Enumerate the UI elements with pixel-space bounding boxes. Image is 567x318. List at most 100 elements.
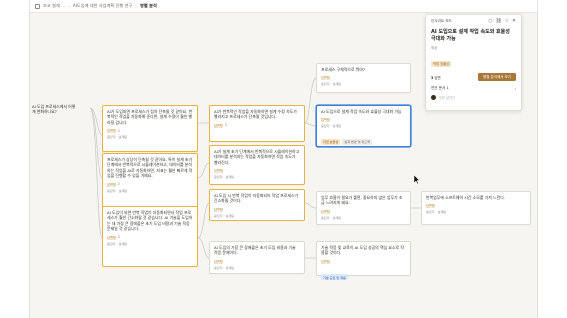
node-author: 응답자 · 설계팀 (107, 188, 128, 193)
panel-header: 인사이트 보드 ○ ⛓ ☆ ✕ (431, 19, 516, 24)
answered-label: 답변함 (214, 169, 223, 174)
answer-count: 2 (224, 123, 227, 128)
response-node[interactable]: AI 도입이 되면 반복 작업이 자동화되면서 작업 프로세스가 훨씬 간소화될… (102, 206, 198, 267)
answered-label: 답변함 (321, 118, 330, 123)
panel-title: 인사이트 보드 (431, 19, 452, 23)
node-text: 프로세스 구체적으로 뭐야? (321, 67, 365, 72)
answer-count: 3 답변 (431, 75, 441, 80)
breadcrumb-separator: › (135, 3, 137, 9)
node-author: 응답자 · 설계팀 (214, 213, 235, 218)
selected-theme-node[interactable]: AI 도입으로 설계 작업 속도와 효율성 극대화 가능 답변함 응답자 · 설… (316, 105, 411, 147)
theme-node[interactable]: 프로세스 구체적으로 뭐야? 답변함 응답자 · 설계팀 (316, 63, 411, 93)
node-meta: 답변함 2 (107, 128, 193, 134)
menu-icon[interactable] (35, 3, 40, 9)
answered-label: 답변함 (107, 129, 116, 134)
breadcrumb-separator: › (68, 3, 70, 9)
node-text: AI가 도입되면 프로세스가 점차 단축될 것 같아요. 반복적인 작업을 자동… (107, 109, 193, 125)
node-text: AI 도입으로 설계 작업 속도와 효율성 극대화 가능 (321, 109, 402, 114)
root-question-node[interactable]: AI 도입 프로세스에서 어떻 게 변화하나요? (30, 101, 90, 129)
response-node[interactable]: AI가 도입되면 프로세스가 점차 단축될 것 같아요. 반복적인 작업을 자동… (102, 105, 198, 152)
node-author: 응답자 · 설계팀 (214, 265, 235, 270)
panel-toolbar: ○ ⛓ ☆ ✕ (488, 19, 516, 24)
screen-frame: 조코 설계 ... › AI도입에 대한 사업계획 진행 연구 › 병렬 분석 (0, 0, 567, 318)
insight-node[interactable]: AI가 설계 초기 단계에서 반복적으로 시뮬레이션하고 데이터를 분석하는 작… (209, 145, 305, 185)
chevron-right-icon: › (514, 86, 516, 91)
node-text: AI 도입의 가장 큰 장애물은 초기 도입 비용과 기술 적응 문제이다. (214, 245, 296, 256)
theme-node[interactable]: 기술 적응 및 교육이 AI 도입 성공의 핵심 요소로 작용할 것이다. 답변… (316, 241, 411, 281)
circle-icon[interactable]: ○ (488, 19, 492, 24)
connector-line (304, 122, 317, 127)
node-author: 응답자 · 설계팀 (107, 135, 128, 140)
node-author: 응답자 · 설계팀 (321, 82, 342, 87)
node-text: AI가 설계 초기 단계에서 반복적으로 시뮬레이션하고 데이터를 분석하는 작… (214, 149, 300, 165)
node-author: 응답자 · 설계팀 (426, 210, 447, 215)
related-docs-title: 연관 문서 (431, 86, 446, 90)
tag-chip[interactable]: 기술 도입 및 적응 (321, 274, 348, 281)
insight-node[interactable]: AI 도입 시 반복 작업이 자동화되어 작업 프로세스가 간소화될 것이다. … (209, 189, 305, 221)
top-bar: 조코 설계 ... › AI도입에 대한 사업계획 진행 연구 › 병렬 분석 (30, 0, 537, 13)
node-meta: 답변함 (321, 117, 406, 122)
insight-tag[interactable]: 작업 효율성 (431, 60, 452, 67)
theme-node[interactable]: 반복업무에 소프트웨어 시간 소모를 가져 느린다. 답변함 응답자 · 설계팀 (421, 191, 531, 225)
insight-title: AI 도입으로 설계 작업 속도와 효율성 극대화 가능 (431, 29, 510, 42)
node-text: AI 도입 프로세스에서 어떻 게 변화하나요? (32, 104, 76, 115)
node-meta: 답변함 (321, 259, 406, 264)
breadcrumb-item[interactable]: AI도입에 대한 사업계획 진행 연구 (73, 3, 133, 9)
node-text: 반복업무에 소프트웨어 시간 소모를 가져 느린다. (426, 195, 506, 200)
mouse-cursor-icon (414, 175, 420, 184)
node-meta: 답변함 (321, 209, 406, 214)
insight-subtitle: 제공 (431, 46, 438, 50)
answered-label: 답변함 (321, 259, 330, 264)
related-docs-row[interactable]: 연관 문서 1 › (431, 86, 516, 91)
comment-row[interactable]: 의견 남기기 (431, 95, 516, 100)
close-icon[interactable]: ✕ (512, 19, 516, 24)
answer-count: 2 (117, 182, 120, 187)
connector-line (304, 77, 317, 124)
comment-input[interactable]: 의견 남기기 (439, 95, 455, 100)
answered-label: 답변함 (214, 259, 223, 264)
answer-count: 2 (117, 128, 120, 133)
answer-count-value: 3 (431, 75, 434, 80)
panel-action-row: 3 답변 병렬 분석에서 보기 (431, 73, 516, 81)
breadcrumb-item[interactable]: 조코 설계 ... (43, 3, 65, 9)
insight-detail-panel: 인사이트 보드 ○ ⛓ ☆ ✕ AI 도입으로 설계 작업 속도와 효율성 극대… (425, 14, 522, 111)
node-text: 프로세스가 상당히 단축될 것 같아요. 특히 설계 초기 단계에서 반복적으로… (107, 157, 193, 179)
theme-node[interactable]: 업무 흐름이 필요가 줄면, 중요하지 않은 업무가 조금 느려지게 돼요. 답… (316, 191, 411, 225)
star-icon[interactable]: ☆ (505, 19, 509, 24)
related-docs-count: 1 (446, 86, 449, 90)
connector-line (304, 202, 317, 209)
link-icon[interactable]: ⛓ (496, 19, 502, 24)
node-meta: 답변함 (426, 203, 526, 208)
insight-node[interactable]: AI 도입의 가장 큰 장애물은 초기 도입 비용과 기술 적응 문제이다. 답… (209, 241, 305, 274)
connector-line (197, 162, 210, 179)
view-in-parallel-analysis-button[interactable]: 병렬 분석에서 보기 (478, 73, 516, 81)
node-author: 응답자 · 설계팀 (214, 175, 235, 180)
answered-label: 답변함 (107, 235, 116, 240)
node-author: 응답자 · 설계팀 (107, 241, 128, 246)
node-author: 응답자 · 설계팀 (321, 124, 342, 129)
node-meta: 답변함 (214, 168, 300, 173)
node-meta: 답변함 2 (107, 182, 193, 187)
answered-label: 답변함 (214, 207, 223, 212)
node-text: AI가 반복적인 작업을 자동화하면 설계 수정 속도가 빨라지고 프로세스가 … (214, 109, 297, 120)
node-author: 응답자 · 설계팀 (321, 215, 342, 220)
answer-count-label: 답변 (434, 75, 441, 80)
avatar (431, 95, 436, 100)
node-text: AI 도입이 되면 반복 작업이 자동화되면서 작업 프로세스가 훨씬 간소화될… (107, 210, 193, 232)
answered-label: 답변함 (321, 209, 330, 214)
tag-chip[interactable]: 설계 변경 및 피드백 (342, 138, 372, 145)
answered-label: 답변함 (426, 204, 435, 209)
answered-label: 답변함 (321, 76, 330, 81)
node-text: 기술 적응 및 교육이 AI 도입 성공의 핵심 요소로 작용할 것이다. (321, 245, 404, 256)
answered-label: 답변함 (214, 123, 223, 128)
insight-node[interactable]: AI가 반복적인 작업을 자동화하면 설계 수정 속도가 빨라지고 프로세스가 … (209, 105, 305, 142)
node-meta: 답변함 2 (107, 235, 193, 240)
node-meta: 답변함 (321, 75, 406, 80)
node-meta: 답변함 (214, 207, 300, 212)
connector-line (197, 237, 210, 259)
tag-chip[interactable]: 작업 효율성 (321, 138, 341, 145)
breadcrumb-current: 병렬 분석 (139, 3, 157, 8)
node-meta: 답변함 (214, 259, 300, 264)
node-text: 업무 흐름이 필요가 줄면, 중요하지 않은 업무가 조금 느려지게 돼요. (321, 195, 403, 206)
node-text: AI 도입 시 반복 작업이 자동화되어 작업 프로세스가 간소화될 것이다. (214, 193, 299, 204)
